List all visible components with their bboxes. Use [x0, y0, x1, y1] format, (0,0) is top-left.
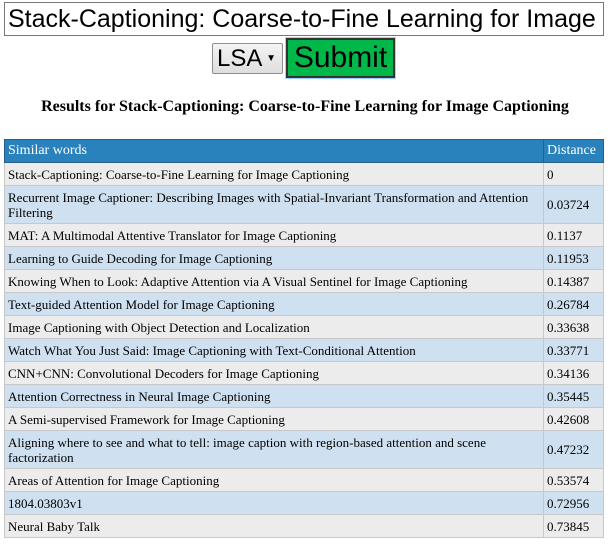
- row-title: Neural Baby Talk: [4, 514, 544, 538]
- results-heading: Results for Stack-Captioning: Coarse-to-…: [41, 98, 569, 115]
- query-input[interactable]: [5, 3, 603, 35]
- table-row: Recurrent Image Captioner: Describing Im…: [4, 185, 604, 224]
- table-row: CNN+CNN: Convolutional Decoders for Imag…: [4, 361, 604, 385]
- row-title: 1804.03803v1: [4, 491, 544, 515]
- row-distance: 0.42608: [543, 407, 604, 431]
- row-distance: 0.1137: [543, 223, 604, 247]
- row-distance: 0.53574: [543, 468, 604, 492]
- row-title: MAT: A Multimodal Attentive Translator f…: [4, 223, 544, 247]
- results-table: Similar words Distance Stack-Captioning:…: [4, 139, 604, 538]
- dropdown-arrow-icon: ▼: [266, 53, 276, 64]
- submit-button[interactable]: Submit: [285, 37, 396, 79]
- table-row: Areas of Attention for Image Captioning …: [4, 468, 604, 492]
- row-title: CNN+CNN: Convolutional Decoders for Imag…: [4, 361, 544, 385]
- header-similar-words: Similar words: [4, 139, 544, 163]
- row-distance: 0.35445: [543, 384, 604, 408]
- table-row: Neural Baby Talk 0.73845: [4, 514, 604, 538]
- row-title: Recurrent Image Captioner: Describing Im…: [4, 185, 544, 224]
- row-title: Image Captioning with Object Detection a…: [4, 315, 544, 339]
- row-distance: 0.26784: [543, 292, 604, 316]
- row-distance: 0: [543, 162, 604, 186]
- row-distance: 0.34136: [543, 361, 604, 385]
- method-select-value: LSA: [217, 45, 263, 72]
- row-distance: 0.11953: [543, 246, 604, 270]
- table-row: Knowing When to Look: Adaptive Attention…: [4, 269, 604, 293]
- header-distance: Distance: [543, 139, 604, 163]
- table-row: Learning to Guide Decoding for Image Cap…: [4, 246, 604, 270]
- row-distance: 0.73845: [543, 514, 604, 538]
- table-row: Text-guided Attention Model for Image Ca…: [4, 292, 604, 316]
- row-title: Knowing When to Look: Adaptive Attention…: [4, 269, 544, 293]
- table-row: Stack-Captioning: Coarse-to-Fine Learnin…: [4, 162, 604, 186]
- row-title: Learning to Guide Decoding for Image Cap…: [4, 246, 544, 270]
- row-title: A Semi-supervised Framework for Image Ca…: [4, 407, 544, 431]
- table-row: Attention Correctness in Neural Image Ca…: [4, 384, 604, 408]
- query-field[interactable]: [4, 2, 604, 36]
- row-title: Watch What You Just Said: Image Captioni…: [4, 338, 544, 362]
- table-row: Watch What You Just Said: Image Captioni…: [4, 338, 604, 362]
- row-title: Attention Correctness in Neural Image Ca…: [4, 384, 544, 408]
- row-title: Areas of Attention for Image Captioning: [4, 468, 544, 492]
- table-header-row: Similar words Distance: [4, 139, 604, 163]
- row-distance: 0.14387: [543, 269, 604, 293]
- method-select[interactable]: LSA ▼: [212, 43, 283, 74]
- row-distance: 0.33771: [543, 338, 604, 362]
- table-row: A Semi-supervised Framework for Image Ca…: [4, 407, 604, 431]
- row-distance: 0.72956: [543, 491, 604, 515]
- table-row: Image Captioning with Object Detection a…: [4, 315, 604, 339]
- table-row: Aligning where to see and what to tell: …: [4, 430, 604, 469]
- row-distance: 0.03724: [543, 185, 604, 224]
- row-title: Aligning where to see and what to tell: …: [4, 430, 544, 469]
- row-title: Text-guided Attention Model for Image Ca…: [4, 292, 544, 316]
- row-distance: 0.47232: [543, 430, 604, 469]
- table-row: MAT: A Multimodal Attentive Translator f…: [4, 223, 604, 247]
- table-row: 1804.03803v1 0.72956: [4, 491, 604, 515]
- row-title: Stack-Captioning: Coarse-to-Fine Learnin…: [4, 162, 544, 186]
- row-distance: 0.33638: [543, 315, 604, 339]
